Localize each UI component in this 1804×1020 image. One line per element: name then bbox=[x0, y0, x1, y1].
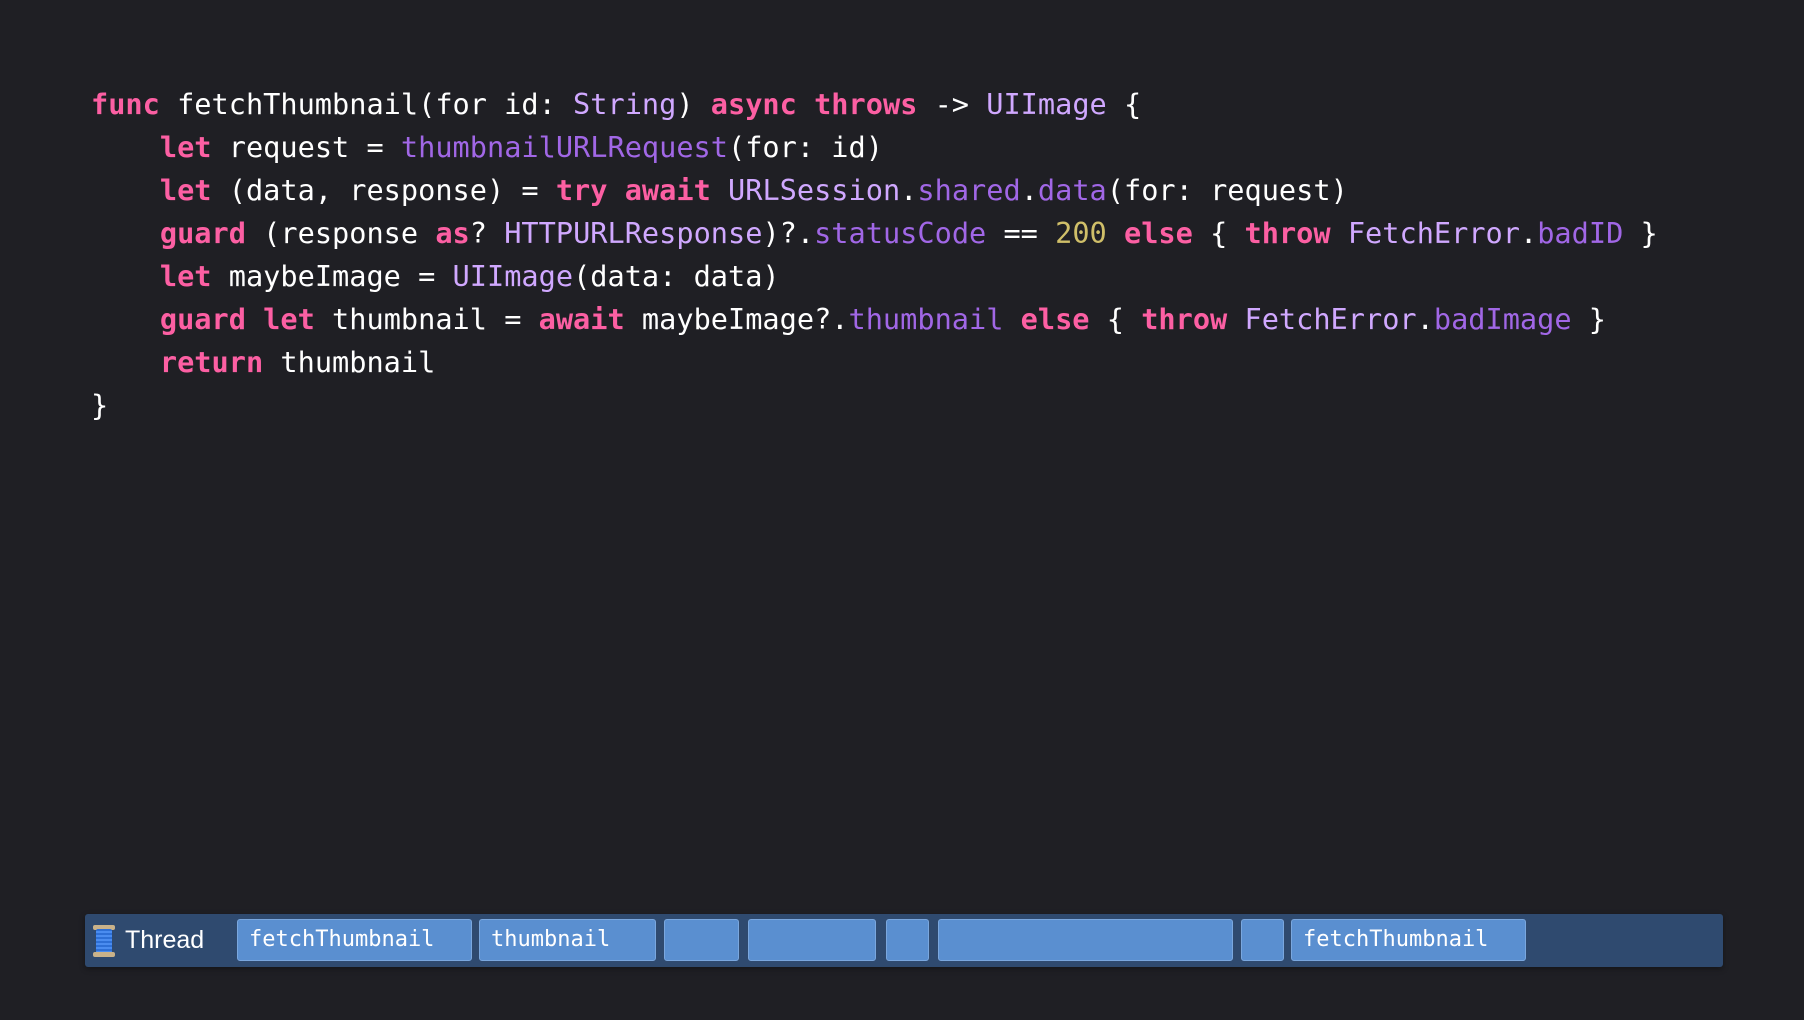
code-token: fetchThumbnail(for id: bbox=[159, 87, 574, 121]
code-line: guard (response as? HTTPURLResponse)?.st… bbox=[91, 212, 1658, 255]
code-token: func bbox=[91, 87, 160, 121]
code-token: } bbox=[1623, 216, 1658, 250]
code-token: HTTPURLResponse bbox=[504, 216, 763, 250]
code-token: try bbox=[555, 173, 608, 207]
code-token: UIImage bbox=[452, 259, 574, 293]
code-token: badID bbox=[1537, 216, 1624, 250]
code-token: . bbox=[1020, 173, 1038, 207]
code-token: } bbox=[91, 388, 109, 422]
code-token: data bbox=[1037, 173, 1107, 207]
code-token: maybeImage?. bbox=[624, 302, 849, 336]
code-token: let bbox=[159, 259, 212, 293]
code-token: request = bbox=[211, 130, 401, 164]
thread-label: Thread bbox=[93, 914, 204, 967]
code-token: URLSession bbox=[728, 173, 901, 207]
code-token: throw bbox=[1244, 216, 1331, 250]
code-token: guard bbox=[159, 302, 246, 336]
code-token: statusCode bbox=[814, 216, 987, 250]
code-token: == bbox=[986, 216, 1056, 250]
timeline-segment[interactable] bbox=[748, 919, 876, 961]
code-token: (for: request) bbox=[1106, 173, 1348, 207]
code-token: (response bbox=[245, 216, 436, 250]
code-token: thumbnailURLRequest bbox=[400, 130, 728, 164]
code-line: let maybeImage = UIImage(data: data) bbox=[91, 255, 1658, 298]
code-token: let bbox=[263, 302, 315, 336]
timeline-segment[interactable] bbox=[938, 919, 1233, 961]
code-block: func fetchThumbnail(for id: String) asyn… bbox=[91, 83, 1658, 427]
code-token: . bbox=[900, 173, 918, 207]
code-token: (data, response) = bbox=[211, 173, 556, 207]
code-token: let bbox=[159, 130, 212, 164]
code-token: await bbox=[538, 302, 625, 336]
code-token: let bbox=[159, 173, 212, 207]
code-token: UIImage bbox=[986, 87, 1107, 121]
code-token: ? bbox=[469, 216, 505, 250]
code-token: await bbox=[624, 173, 711, 207]
code-token: return bbox=[159, 345, 264, 379]
code-token: thumbnail bbox=[263, 345, 436, 379]
code-token: String bbox=[573, 87, 677, 121]
code-token: ) bbox=[676, 87, 711, 121]
code-token: } bbox=[1571, 302, 1607, 336]
code-token: 200 bbox=[1055, 216, 1107, 250]
code-line: guard let thumbnail = await maybeImage?.… bbox=[91, 298, 1658, 341]
timeline-segment[interactable]: fetchThumbnail bbox=[237, 919, 472, 961]
code-token: FetchError bbox=[1347, 216, 1520, 250]
code-token: guard bbox=[159, 216, 246, 250]
thread-timeline: Thread fetchThumbnail thumbnail fetchThumb… bbox=[85, 914, 1723, 967]
code-token: { bbox=[1089, 302, 1142, 336]
code-token: as bbox=[435, 216, 470, 250]
code-token: { bbox=[1192, 216, 1245, 250]
timeline-segment[interactable] bbox=[886, 919, 929, 961]
code-token: -> bbox=[917, 87, 987, 121]
code-token: async bbox=[710, 87, 797, 121]
code-token: . bbox=[1416, 302, 1434, 336]
code-token: else bbox=[1124, 216, 1193, 250]
code-token: thumbnail = bbox=[314, 302, 539, 336]
thread-label-text: Thread bbox=[125, 926, 205, 954]
code-line: return thumbnail bbox=[91, 341, 1658, 384]
code-token: { bbox=[1106, 87, 1142, 121]
code-token: FetchError bbox=[1244, 302, 1417, 336]
code-line: } bbox=[91, 384, 1658, 427]
code-line: let request = thumbnailURLRequest(for: i… bbox=[91, 126, 1658, 169]
timeline-segment[interactable] bbox=[664, 919, 739, 961]
code-token: (data: data) bbox=[573, 259, 780, 293]
spool-of-thread-icon bbox=[93, 924, 115, 957]
code-line: func fetchThumbnail(for id: String) asyn… bbox=[91, 83, 1658, 126]
timeline-segment[interactable] bbox=[1241, 919, 1284, 961]
timeline-segment[interactable]: fetchThumbnail bbox=[1291, 919, 1526, 961]
code-token: throws bbox=[814, 87, 918, 121]
code-token: )?. bbox=[762, 216, 815, 250]
code-token: else bbox=[1020, 302, 1090, 336]
code-token: (for: id) bbox=[728, 130, 883, 164]
slide: func fetchThumbnail(for id: String) asyn… bbox=[0, 0, 1804, 1020]
code-line: let (data, response) = try await URLSess… bbox=[91, 169, 1658, 212]
code-token: maybeImage = bbox=[211, 259, 453, 293]
code-token: thumbnail bbox=[848, 302, 1004, 336]
code-token: badImage bbox=[1433, 302, 1572, 336]
code-token: shared bbox=[917, 173, 1021, 207]
code-token: throw bbox=[1141, 302, 1228, 336]
code-token: . bbox=[1519, 216, 1538, 250]
timeline-segment[interactable]: thumbnail bbox=[479, 919, 656, 961]
